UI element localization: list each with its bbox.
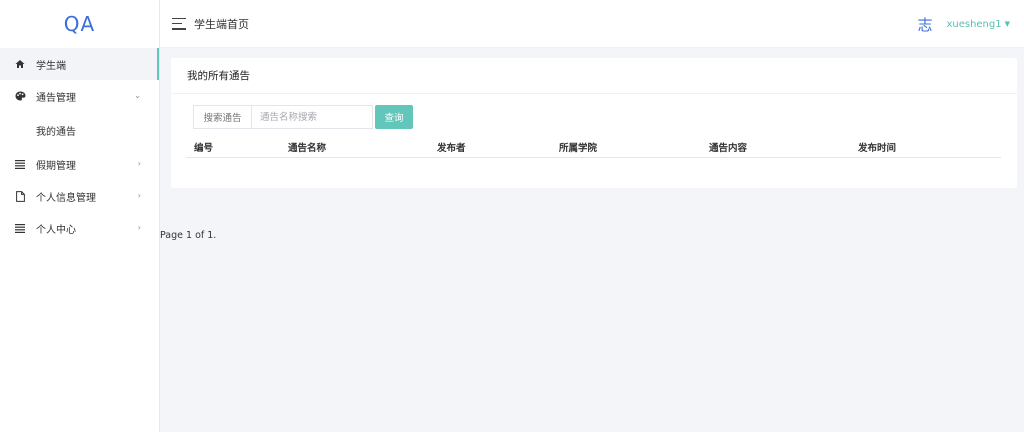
notices-panel: 我的所有通告 搜索通告 查询 编号 通告名称 发布者 所属学院 通告内容 发布时… <box>171 58 1017 188</box>
sidebar-item-personal-center[interactable]: 个人中心 › <box>0 212 159 244</box>
chevron-right-icon: › <box>137 223 141 232</box>
table-header: 编号 通告名称 发布者 所属学院 通告内容 发布时间 <box>186 136 1001 158</box>
sidebar-item-personal-info[interactable]: 个人信息管理 › <box>0 180 159 212</box>
menu-toggle-icon[interactable] <box>172 17 186 30</box>
sidebar-item-label: 假期管理 <box>36 160 76 172</box>
list-icon <box>14 222 26 234</box>
top-header: 学生端首页 志 xuesheng1 ▼ <box>160 0 1024 48</box>
user-menu[interactable]: 志 xuesheng1 ▼ <box>917 0 1010 48</box>
column-header-publish-time[interactable]: 发布时间 <box>858 140 896 154</box>
logo[interactable]: QA <box>0 0 159 48</box>
search-bar: 搜索通告 查询 <box>193 105 413 129</box>
column-header-notice-name[interactable]: 通告名称 <box>288 140 326 154</box>
chevron-right-icon: › <box>137 191 141 200</box>
sidebar-item-leave-management[interactable]: 假期管理 › <box>0 148 159 180</box>
chevron-right-icon: › <box>137 159 141 168</box>
palette-icon <box>14 90 26 102</box>
sidebar-item-label: 通告管理 <box>36 92 76 104</box>
caret-down-icon[interactable]: ▼ <box>1005 20 1010 28</box>
panel-title: 我的所有通告 <box>171 58 1017 94</box>
pagination-info: Page 1 of 1. <box>160 230 217 241</box>
sidebar-subitem-label: 我的通告 <box>36 126 76 138</box>
sidebar-item-label: 个人中心 <box>36 224 76 236</box>
sidebar-subitem-my-notices[interactable]: 我的通告 <box>0 112 159 148</box>
sidebar-item-student-home[interactable]: 学生端 <box>0 48 159 80</box>
search-addon-label: 搜索通告 <box>193 105 251 129</box>
chevron-down-icon: ⌄ <box>134 91 141 100</box>
sidebar: QA 学生端 通告管理 ⌄ 我的通告 假期管理 › 个人信息管理 › 个人中心 <box>0 0 160 432</box>
sidebar-item-label: 学生端 <box>36 60 66 72</box>
username-link[interactable]: xuesheng1 <box>946 19 1001 30</box>
file-icon <box>14 190 26 202</box>
sidebar-item-label: 个人信息管理 <box>36 192 96 204</box>
search-input[interactable] <box>251 105 373 129</box>
column-header-college[interactable]: 所属学院 <box>559 140 597 154</box>
page-title: 学生端首页 <box>194 17 249 31</box>
list-icon <box>14 158 26 170</box>
home-icon <box>14 58 26 70</box>
avatar[interactable]: 志 <box>917 14 932 35</box>
column-header-id[interactable]: 编号 <box>194 140 213 154</box>
query-button[interactable]: 查询 <box>375 105 413 129</box>
column-header-content[interactable]: 通告内容 <box>709 140 747 154</box>
column-header-publisher[interactable]: 发布者 <box>437 140 466 154</box>
sidebar-item-notice-management[interactable]: 通告管理 ⌄ <box>0 80 159 112</box>
